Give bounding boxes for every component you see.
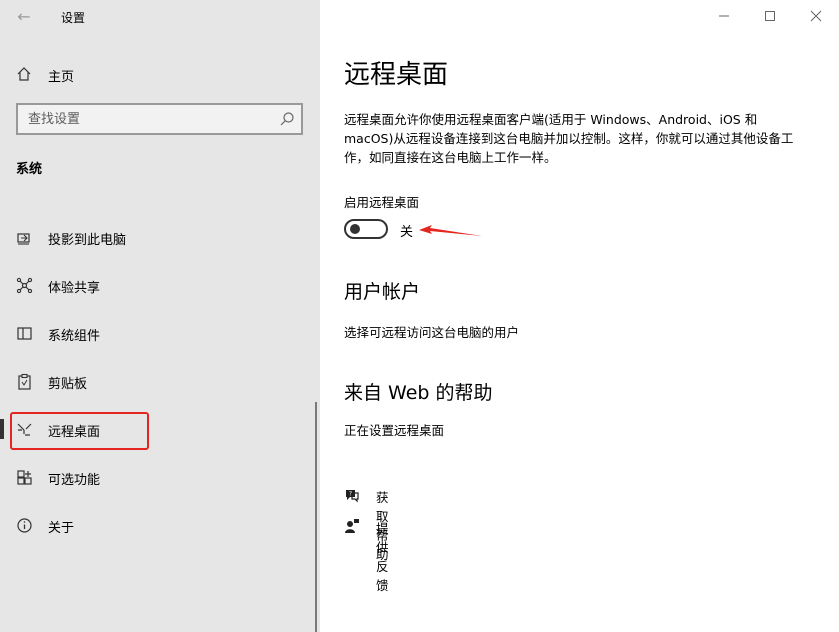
window-controls bbox=[701, 0, 839, 32]
sidebar: ← 设置 主页 系统 投影到此电脑 bbox=[0, 0, 320, 632]
web-help-heading: 来自 Web 的帮助 bbox=[344, 382, 493, 404]
title-bar: ← 设置 bbox=[0, 0, 320, 32]
search-icon[interactable] bbox=[279, 111, 295, 127]
sidebar-item-clipboard[interactable]: 剪贴板 bbox=[0, 363, 316, 399]
info-icon bbox=[17, 518, 32, 533]
remote-desktop-toggle[interactable] bbox=[344, 219, 388, 239]
close-icon bbox=[810, 10, 822, 22]
setup-remote-desktop-link[interactable]: 正在设置远程桌面 bbox=[344, 420, 444, 439]
sidebar-item-label: 关于 bbox=[48, 521, 75, 536]
toggle-knob bbox=[350, 224, 360, 234]
home-icon bbox=[17, 67, 31, 81]
chat-help-icon: ? bbox=[346, 490, 359, 503]
optional-features-icon bbox=[17, 470, 32, 485]
sidebar-item-components[interactable]: 系统组件 bbox=[0, 315, 316, 351]
back-button[interactable]: ← bbox=[10, 4, 38, 28]
sidebar-item-label: 投影到此电脑 bbox=[48, 233, 127, 248]
search-box[interactable] bbox=[16, 103, 303, 135]
sidebar-item-label: 主页 bbox=[48, 70, 75, 85]
projector-icon bbox=[17, 233, 30, 245]
components-icon bbox=[17, 327, 32, 340]
sidebar-item-label: 可选功能 bbox=[48, 473, 101, 488]
sidebar-item-label: 体验共享 bbox=[48, 281, 101, 296]
sidebar-item-about[interactable]: 关于 bbox=[0, 507, 316, 543]
user-accounts-heading: 用户帐户 bbox=[344, 281, 421, 303]
page-description: 远程桌面允许你使用远程桌面客户端(适用于 Windows、Android、iOS… bbox=[344, 112, 794, 165]
feedback-icon bbox=[345, 519, 359, 533]
svg-text:?: ? bbox=[349, 491, 352, 498]
share-icon bbox=[16, 277, 33, 294]
sidebar-item-home[interactable]: 主页 bbox=[0, 60, 320, 88]
app-title: 设置 bbox=[61, 11, 86, 25]
sidebar-item-label: 系统组件 bbox=[48, 329, 101, 344]
sidebar-item-share[interactable]: 体验共享 bbox=[0, 267, 316, 303]
minimize-icon bbox=[719, 15, 729, 17]
select-users-link[interactable]: 选择可远程访问这台电脑的用户 bbox=[344, 322, 519, 341]
feedback-label: 提供反馈 bbox=[376, 521, 389, 593]
page-title: 远程桌面 bbox=[344, 60, 449, 90]
sidebar-scrollbar[interactable] bbox=[315, 402, 317, 632]
search-input[interactable] bbox=[18, 105, 278, 133]
sidebar-item-project[interactable]: 投影到此电脑 bbox=[0, 219, 316, 255]
back-arrow-icon: ← bbox=[17, 6, 31, 26]
minimize-button[interactable] bbox=[701, 0, 747, 32]
sidebar-item-label: 远程桌面 bbox=[48, 425, 101, 440]
sidebar-item-remote-desktop[interactable]: 远程桌面 bbox=[0, 411, 316, 447]
sidebar-item-label: 剪贴板 bbox=[48, 377, 88, 392]
clipboard-icon bbox=[18, 373, 31, 390]
selection-indicator bbox=[0, 419, 4, 439]
annotation-arrow-icon bbox=[419, 225, 482, 236]
close-button[interactable] bbox=[793, 0, 839, 32]
toggle-state-text: 关 bbox=[400, 225, 414, 240]
sidebar-item-optional-features[interactable]: 可选功能 bbox=[0, 459, 316, 495]
toggle-label: 启用远程桌面 bbox=[344, 195, 420, 210]
maximize-icon bbox=[765, 11, 775, 21]
section-heading: 系统 bbox=[16, 162, 43, 177]
main-content: 远程桌面 远程桌面允许你使用远程桌面客户端(适用于 Windows、Androi… bbox=[320, 0, 839, 632]
remote-desktop-icon bbox=[17, 423, 32, 436]
maximize-button[interactable] bbox=[747, 0, 793, 32]
